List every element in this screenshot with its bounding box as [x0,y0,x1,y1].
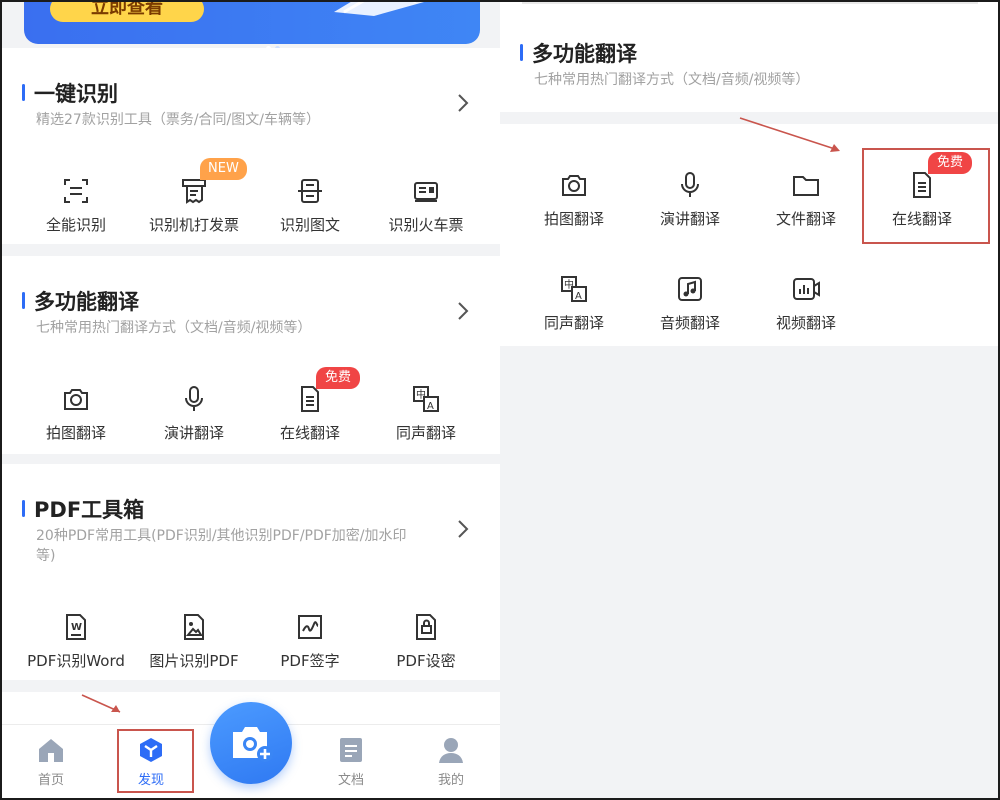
scan-icon [64,179,88,203]
section-title: 一键识别 [22,78,118,108]
signature-icon [298,615,322,639]
tool-label: 识别火车票 [388,216,464,234]
tool-train-ticket-recognize[interactable]: 识别火车票 [368,176,484,235]
section-subtitle: 20种PDF常用工具(PDF识别/其他识别PDF/PDF加密/加水印 [36,528,407,544]
microphone-icon [185,386,203,411]
svg-text:中: 中 [416,388,426,401]
section-subtitle-cont: 等) [36,548,56,564]
bilingual-icon: 中A [413,386,439,412]
svg-text:A: A [575,291,582,302]
tool-simultaneous-translate[interactable]: 中A 同声翻译 [368,384,484,443]
tool-pdf-to-word[interactable]: W PDF识别Word [18,612,134,671]
tool-audio-translate[interactable]: 音频翻译 [632,274,748,333]
annotation-arrow-icon [739,117,840,152]
microphone-icon [681,172,699,197]
online-translate-highlight-box [862,148,990,244]
tool-video-translate[interactable]: 视频翻译 [748,274,864,333]
section-title: PDF工具箱 [22,494,144,524]
music-note-icon [678,277,702,301]
discover-highlight-box [117,729,194,793]
tool-label: 识别机打发票 [148,216,239,234]
tool-image-text-recognize[interactable]: 识别图文 [252,176,368,235]
svg-text:A: A [427,401,434,412]
tool-photo-translate[interactable]: 拍图翻译 [516,170,632,229]
tool-label: PDF签字 [280,652,340,670]
section-subtitle: 七种常用热门翻译方式（文档/音频/视频等） [534,72,810,88]
banner-illustration-icon [334,2,424,16]
image-text-scan-icon [298,179,322,203]
tool-invoice-recognize[interactable]: 识别机打发票 [136,176,252,235]
lock-doc-icon [416,614,436,640]
svg-text:W: W [71,622,82,633]
section-title: 多功能翻译 [520,38,637,68]
tool-file-translate[interactable]: 文件翻译 [748,170,864,229]
free-badge: 免费 [316,367,361,389]
camera-fab-button[interactable] [210,702,292,784]
nav-profile[interactable]: 我的 [416,735,486,788]
tool-speech-translate[interactable]: 演讲翻译 [136,384,252,443]
pdf-toolbox-card: PDF工具箱 20种PDF常用工具(PDF识别/其他识别PDF/PDF加密/加水… [2,464,500,680]
nav-label: 文档 [337,773,364,788]
docs-icon [340,738,362,762]
tool-label: 演讲翻译 [163,424,224,442]
svg-text:中: 中 [564,278,574,291]
tool-pdf-sign[interactable]: PDF签字 [252,612,368,671]
camera-plus-icon [233,727,273,762]
section-subtitle: 七种常用热门翻译方式（文档/音频/视频等） [36,320,312,336]
word-doc-icon: W [66,614,86,640]
folder-icon [793,176,819,196]
tool-label: PDF设密 [396,652,456,670]
nav-home[interactable]: 首页 [16,735,86,788]
tool-label: 图片识别PDF [149,652,239,670]
tool-online-translate[interactable]: 在线翻译 [252,384,368,443]
tool-label: 全能识别 [45,216,106,234]
bilingual-icon: 中A [561,276,587,302]
tool-label: 识别图文 [279,216,340,234]
translate-header-card: 多功能翻译 七种常用热门翻译方式（文档/音频/视频等） [500,2,998,112]
tool-label: 文件翻译 [775,210,836,228]
profile-icon [439,738,463,763]
camera-translate-icon [64,389,88,410]
home-icon [39,739,63,762]
tool-pdf-encrypt[interactable]: PDF设密 [368,612,484,671]
banner-view-button[interactable]: 立即查看 [50,2,204,22]
tool-speech-translate[interactable]: 演讲翻译 [632,170,748,229]
divider [522,2,978,4]
new-badge: NEW [200,158,247,180]
tool-photo-translate[interactable]: 拍图翻译 [18,384,134,443]
tool-label: 拍图翻译 [543,210,604,228]
promo-banner[interactable]: 立即查看 [24,2,480,51]
chevron-right-icon[interactable] [456,518,470,540]
tool-label: PDF识别Word [27,652,125,670]
section-title: 多功能翻译 [22,286,139,316]
video-icon [793,278,820,300]
receipt-icon [182,179,206,204]
nav-label: 我的 [437,773,464,788]
tool-label: 演讲翻译 [659,210,720,228]
tool-label: 视频翻译 [775,314,836,332]
nav-label: 首页 [37,773,64,788]
nav-docs[interactable]: 文档 [316,735,386,788]
image-pdf-icon [184,614,204,640]
camera-translate-icon [562,175,586,196]
chevron-right-icon[interactable] [456,92,470,114]
translate-card: 多功能翻译 七种常用热门翻译方式（文档/音频/视频等） 拍图翻译 演讲翻译 在线… [2,256,500,454]
chevron-right-icon[interactable] [456,300,470,322]
tool-label: 同声翻译 [543,314,604,332]
recognize-card: 一键识别 精选27款识别工具（票务/合同/图文/车辆等） 全能识别 识别机打发票… [2,48,500,244]
tool-label: 音频翻译 [659,314,720,332]
section-subtitle: 精选27款识别工具（票务/合同/图文/车辆等） [36,112,320,128]
tool-all-recognize[interactable]: 全能识别 [18,176,134,235]
train-ticket-icon [414,182,438,202]
discover-page: 立即查看 一键识别 精选27款识别工具（票务/合同/图文/车辆等） 全能识别 识… [2,2,500,798]
tool-label: 在线翻译 [279,424,340,442]
tool-image-to-pdf[interactable]: 图片识别PDF [136,612,252,671]
tool-label: 拍图翻译 [45,424,106,442]
annotation-arrow-icon [81,694,121,713]
tool-simultaneous-translate[interactable]: 中A 同声翻译 [516,274,632,333]
tool-label: 同声翻译 [395,424,456,442]
